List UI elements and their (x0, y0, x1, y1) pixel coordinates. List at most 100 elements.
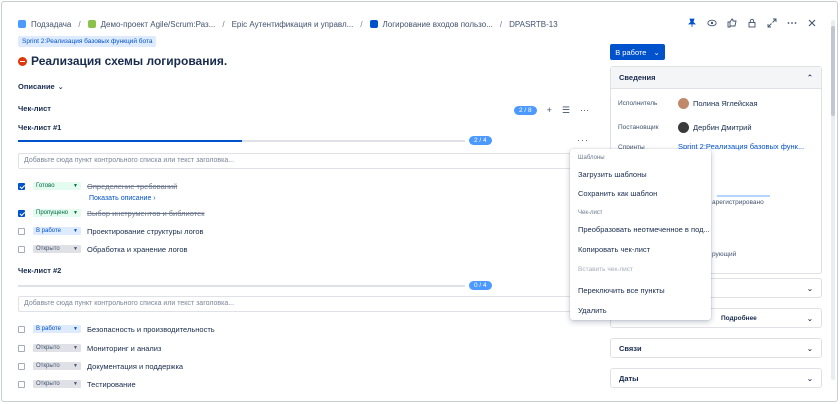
status-select[interactable]: Открыто ▼ (33, 245, 81, 253)
status-select[interactable]: Готово ▼ (33, 182, 81, 190)
breadcrumb-item-story[interactable]: Логирование входов пользо... (369, 20, 493, 29)
chevron-down-icon: ⌄ (806, 343, 813, 353)
reporter-value[interactable]: Дербин Дмитрий (678, 122, 752, 133)
scrollbar-thumb[interactable] (831, 26, 835, 116)
list-item[interactable]: Открыто ▼ Обработка и хранение логов (18, 243, 188, 255)
chevron-down-icon: ▼ (73, 345, 78, 351)
checklist-1-progress-count: 2 / 4 (469, 136, 492, 145)
item-text[interactable]: Безопасность и производительность (87, 325, 215, 334)
status-select[interactable]: Пропущено ▼ (33, 209, 81, 217)
menu-group-templates: Шаблоны (578, 155, 605, 161)
checklist-more-icon[interactable]: ··· (580, 106, 589, 115)
blocker-icon (18, 56, 27, 66)
status-select[interactable]: Открыто ▼ (33, 344, 81, 352)
chevron-down-icon: ▼ (73, 326, 78, 332)
item-text[interactable]: Определение требований (87, 182, 177, 191)
item-text[interactable]: Мониторинг и анализ (87, 344, 161, 353)
breadcrumb: Подзадача / Демо-проект Agile/Scrum:Раз.… (18, 18, 558, 30)
chevron-down-icon: ⌄ (653, 47, 660, 57)
item-text[interactable]: Выбор инструментов и библиотек (87, 209, 205, 218)
item-checkbox[interactable] (18, 325, 25, 333)
chevron-down-icon: ▼ (73, 183, 78, 189)
chevron-down-icon: ⌄ (806, 313, 813, 323)
menu-item-save-template[interactable]: Сохранить как шаблон (578, 189, 657, 198)
item-text[interactable]: Проектирование структуры логов (87, 227, 203, 236)
list-item[interactable]: Открыто ▼ Мониторинг и анализ (18, 342, 161, 354)
assignee-value[interactable]: Полина Яглейская (678, 98, 758, 109)
checklist-heading: Чек-лист (18, 104, 51, 113)
item-checkbox[interactable] (18, 209, 25, 217)
menu-item-copy-checklist[interactable]: Копировать чек-лист (578, 245, 650, 254)
eye-icon[interactable] (707, 18, 717, 28)
subtask-icon (18, 20, 26, 28)
lock-icon[interactable] (747, 18, 757, 28)
status-select[interactable]: В работе ▼ (33, 325, 81, 333)
avatar (678, 98, 689, 109)
item-checkbox[interactable] (18, 344, 25, 352)
status-button[interactable]: В работе ⌄ (610, 44, 665, 60)
vertical-scrollbar[interactable] (831, 20, 835, 380)
item-checkbox[interactable] (18, 245, 25, 253)
list-item[interactable]: В работе ▼ Проектирование структуры логов (18, 225, 203, 237)
time-tracking-bar (717, 195, 770, 197)
checklist-1-add-input[interactable]: Добавьте сюда пункт контрольного списка … (18, 153, 586, 169)
close-icon[interactable] (807, 18, 817, 28)
pin-icon[interactable] (687, 18, 697, 28)
list-item[interactable]: Пропущено ▼ Выбор инструментов и библиоте… (18, 207, 205, 219)
item-checkbox[interactable] (18, 380, 25, 388)
chevron-up-icon: ⌃ (806, 73, 813, 82)
details-panel-header[interactable]: Сведения ⌃ (611, 67, 821, 89)
description-toggle[interactable]: Описание ⌄ (18, 82, 64, 91)
breadcrumb-item-subtask[interactable]: Подзадача (18, 20, 71, 29)
chevron-down-icon: ▼ (73, 381, 78, 387)
progress-fill (18, 140, 242, 142)
item-text[interactable]: Документация и поддержка (87, 362, 183, 371)
list-item[interactable]: В работе ▼ Безопасность и производительно… (18, 323, 215, 335)
checklist-toolbar: 2 / 8 + ☰ ··· (514, 106, 589, 115)
list-item[interactable]: Открыто ▼ Документация и поддержка (18, 360, 183, 372)
checklist-1-title[interactable]: Чек-лист #1 (18, 123, 61, 132)
chevron-down-icon: ▼ (73, 210, 78, 216)
filter-icon[interactable]: ☰ (562, 106, 570, 115)
thumbs-up-icon[interactable] (727, 18, 737, 28)
chevron-down-icon: ⌄ (806, 373, 813, 383)
list-item[interactable]: Готово ▼ Определение требований (18, 180, 177, 192)
status-select[interactable]: Открыто ▼ (33, 380, 81, 388)
item-checkbox[interactable] (18, 227, 25, 235)
status-select[interactable]: Открыто ▼ (33, 362, 81, 370)
breadcrumb-item-key[interactable]: DPASRTB-13 (509, 20, 558, 29)
page-title[interactable]: Реализация схемы логирования. (18, 54, 227, 68)
expand-icon[interactable] (767, 18, 777, 28)
checklist-2-add-input[interactable]: Добавьте сюда пункт контрольного списка … (18, 296, 586, 312)
chevron-down-icon: ⌄ (57, 83, 64, 91)
issue-actions (687, 18, 817, 28)
dates-panel[interactable]: Даты ⌄ (610, 368, 822, 388)
sprint-chip[interactable]: Sprint 2:Реализация базовых функций бота (18, 36, 157, 47)
more-icon[interactable] (787, 18, 797, 28)
status-select[interactable]: В работе ▼ (33, 227, 81, 235)
item-checkbox[interactable] (18, 182, 25, 190)
checklist-2-title[interactable]: Чек-лист #2 (18, 266, 61, 275)
show-description-link[interactable]: Показать описание › (89, 195, 156, 202)
menu-item-delete[interactable]: Удалить (578, 306, 607, 315)
list-item[interactable]: Открыто ▼ Тестирование (18, 378, 136, 390)
menu-group-checklist: Чек-лист (578, 210, 603, 216)
menu-item-convert-unchecked[interactable]: Преобразовать неотмеченное в под... (578, 225, 710, 234)
menu-item-toggle-all[interactable]: Переключить все пункты (578, 286, 665, 295)
chevron-down-icon: ▼ (73, 228, 78, 234)
menu-item-paste-checklist: Вставить чек-лист (578, 266, 634, 273)
item-checkbox[interactable] (18, 362, 25, 370)
breadcrumb-item-epic[interactable]: Epic Аутентификация и управл... (232, 20, 354, 29)
current-sprint-text: рующий (712, 251, 737, 258)
item-text[interactable]: Обработка и хранение логов (87, 245, 188, 254)
add-icon[interactable]: + (547, 106, 552, 115)
breadcrumb-item-project[interactable]: Демо-проект Agile/Scrum:Раз... (87, 20, 215, 29)
item-text[interactable]: Тестирование (87, 380, 136, 389)
chevron-down-icon: ▼ (73, 363, 78, 369)
menu-item-load-templates[interactable]: Загрузить шаблоны (578, 170, 647, 179)
checklist-1-more-icon[interactable]: ··· (577, 135, 589, 145)
more-panel-title: Подробнее (721, 314, 757, 322)
assignee-label: Исполнитель (618, 100, 658, 107)
links-panel[interactable]: Связи ⌄ (610, 338, 822, 358)
checklist-total-count: 2 / 8 (514, 106, 537, 115)
